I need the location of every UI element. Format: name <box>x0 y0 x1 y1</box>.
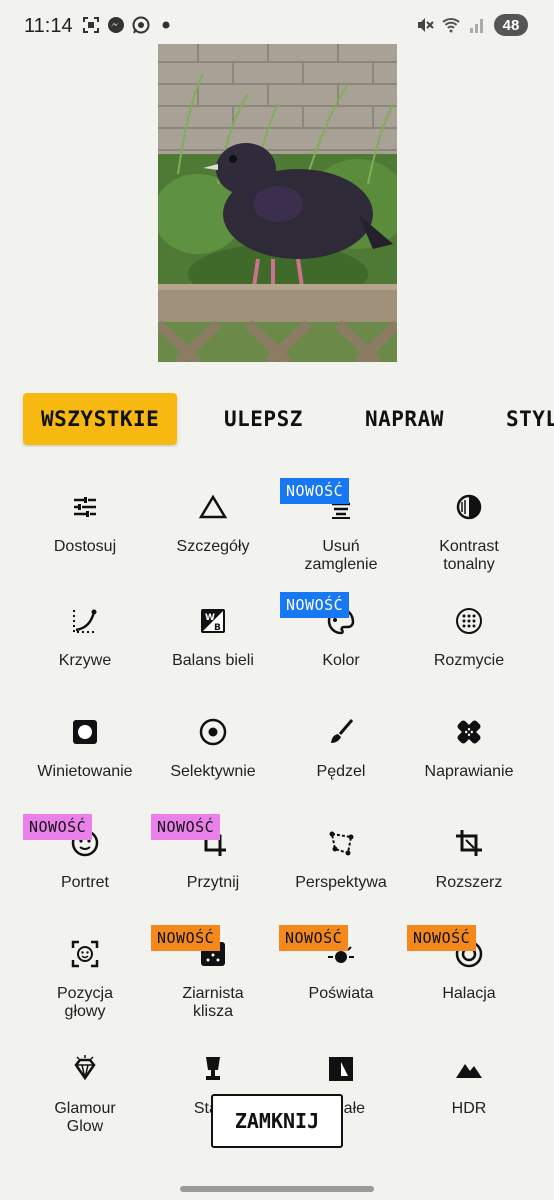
dot-icon <box>162 21 170 29</box>
tool-label: Krzywe <box>58 652 112 669</box>
tool-vignette[interactable]: Winietowanie <box>21 715 149 781</box>
tab-napraw[interactable]: NAPRAW <box>365 393 444 445</box>
bottom-fade <box>0 1160 554 1200</box>
selective-icon <box>196 715 230 749</box>
tool-label: Pozycja głowy <box>56 985 114 1020</box>
blur-icon <box>452 604 486 638</box>
tool-curves[interactable]: Krzywe <box>21 604 149 670</box>
system-icons: 48 <box>416 14 528 36</box>
healing-icon <box>452 715 486 749</box>
tool-label: Balans bieli <box>172 652 254 669</box>
tool-label: Kolor <box>322 652 360 669</box>
tool-label: Kontrast tonalny <box>439 538 499 573</box>
tool-selective[interactable]: Selektywnie <box>149 715 277 781</box>
tool-label: Ziarnista klisza <box>182 985 244 1020</box>
tool-label: Naprawianie <box>424 763 514 780</box>
tool-head-pose[interactable]: Pozycja głowy <box>21 937 149 1021</box>
tool-label: Poświata <box>308 985 374 1002</box>
tool-label: Szczegóły <box>176 538 250 555</box>
sliders-icon <box>68 490 102 524</box>
tool-perspective[interactable]: Perspektywa <box>277 826 405 892</box>
lamp-icon <box>196 1052 230 1086</box>
tool-label: Glamour Glow <box>54 1100 116 1135</box>
tool-label: Perspektywa <box>295 874 387 891</box>
tool-blur[interactable]: Rozmycie <box>405 604 533 670</box>
tool-label: Dostosuj <box>53 538 117 555</box>
home-indicator[interactable] <box>180 1186 374 1192</box>
tool-label: Halacja <box>442 985 496 1002</box>
tool-glamour-glow[interactable]: Glamour Glow <box>21 1052 149 1136</box>
tonal-contrast-icon <box>452 490 486 524</box>
perspective-icon <box>324 826 358 860</box>
tool-label: HDR <box>451 1100 487 1117</box>
tool-healing[interactable]: Naprawianie <box>405 715 533 781</box>
tool-label: Pędzel <box>316 763 366 780</box>
close-button[interactable]: ZAMKNIJ <box>211 1094 343 1148</box>
tab-ulepsz[interactable]: ULEPSZ <box>224 393 303 445</box>
tab-wszystkie[interactable]: WSZYSTKIE <box>23 393 178 445</box>
tool-tonal-contrast[interactable]: Kontrast tonalny <box>405 490 533 574</box>
tool-label: Rozmycie <box>433 652 505 669</box>
new-badge: NOWOŚĆ <box>23 814 93 840</box>
tool-brush[interactable]: Pędzel <box>277 715 405 781</box>
tool-triangle[interactable]: Szczegóły <box>149 490 277 556</box>
tool-white-balance[interactable]: W B Balans bieli <box>149 604 277 670</box>
notification-icons <box>82 16 175 34</box>
expand-icon <box>452 826 486 860</box>
hdr-icon <box>452 1052 486 1086</box>
white-balance-icon: WB <box>196 604 230 638</box>
glamour-glow-icon <box>68 1052 102 1086</box>
battery-indicator: 48 <box>494 14 528 36</box>
head-pose-icon <box>68 937 102 971</box>
new-badge: NOWOŚĆ <box>280 478 350 504</box>
curves-icon <box>68 604 102 638</box>
new-badge: NOWOŚĆ <box>151 925 221 951</box>
whatsapp-icon <box>132 16 150 34</box>
black-white-icon <box>324 1052 358 1086</box>
mute-icon <box>418 18 434 32</box>
svg-text:W: W <box>205 613 215 623</box>
category-tabs: WSZYSTKIE ULEPSZ NAPRAW STYL <box>0 393 554 447</box>
vignette-icon <box>68 715 102 749</box>
tool-label: Portret <box>60 874 109 891</box>
tool-hdr[interactable]: HDR <box>405 1052 533 1118</box>
tool-label: Winietowanie <box>37 763 133 780</box>
svg-text:B: B <box>214 623 221 633</box>
tab-styl[interactable]: STYL <box>506 393 554 445</box>
wifi-icon <box>442 18 460 33</box>
tool-sliders[interactable]: Dostosuj <box>21 490 149 556</box>
new-badge: NOWOŚĆ <box>151 814 221 840</box>
tool-label: Rozszerz <box>435 874 503 891</box>
new-badge: NOWOŚĆ <box>279 925 349 951</box>
new-badge: NOWOŚĆ <box>407 925 477 951</box>
triangle-icon <box>196 490 230 524</box>
new-badge: NOWOŚĆ <box>280 592 350 618</box>
status-time: 11:14 <box>24 15 73 37</box>
pigeon-photo <box>158 44 397 362</box>
signal-icon <box>470 19 483 33</box>
tool-expand[interactable]: Rozszerz <box>405 826 533 892</box>
brush-icon <box>324 715 358 749</box>
messenger-icon <box>108 17 124 33</box>
screenshot-icon <box>83 17 99 33</box>
tool-label: Przytnij <box>186 874 240 891</box>
photo-preview[interactable] <box>158 44 397 362</box>
tool-label: Selektywnie <box>170 763 256 780</box>
tool-label: Usuń zamglenie <box>304 538 378 573</box>
